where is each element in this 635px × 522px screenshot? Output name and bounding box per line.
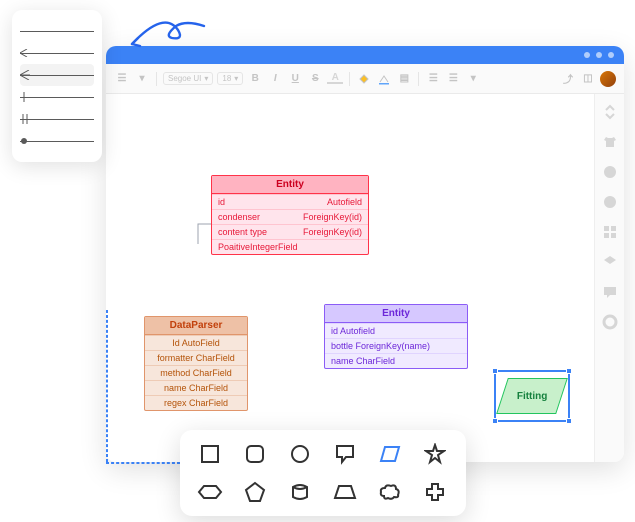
grid-icon[interactable]: [602, 224, 618, 240]
entity-pink[interactable]: Entity idAutofield condenserForeignKey(i…: [211, 175, 369, 255]
arrow-style-plus[interactable]: [20, 64, 94, 86]
italic-button[interactable]: I: [267, 71, 283, 87]
fitting-selected[interactable]: Fitting: [494, 370, 570, 422]
text-color-button[interactable]: A: [327, 73, 343, 84]
list-button[interactable]: ☰: [445, 71, 461, 87]
smiley-icon[interactable]: [602, 194, 618, 210]
font-select[interactable]: Segoe UI▾: [163, 72, 213, 85]
fill-button[interactable]: [356, 71, 372, 87]
shape-square[interactable]: [192, 440, 228, 468]
wrench-icon[interactable]: [602, 314, 618, 330]
table-row: regex CharField: [145, 395, 247, 410]
shape-hex-arrow[interactable]: [192, 478, 228, 506]
table-row: content typeForeignKey(id): [212, 224, 368, 239]
avatar[interactable]: [600, 71, 616, 87]
arrow-style-circle[interactable]: [20, 130, 94, 152]
menu-icon[interactable]: ☰: [114, 71, 130, 87]
shape-rounded[interactable]: [237, 440, 273, 468]
window-min-icon[interactable]: [584, 52, 590, 58]
expand-icon[interactable]: [602, 104, 618, 120]
share-icon[interactable]: ⤴: [560, 71, 576, 87]
comment-icon[interactable]: [602, 284, 618, 300]
arrow-style-bar[interactable]: [20, 86, 94, 108]
table-row: formatter CharField: [145, 350, 247, 365]
arrow-style-simple[interactable]: [20, 42, 94, 64]
table-row: idAutofield: [212, 194, 368, 209]
table-row: name CharField: [325, 353, 467, 368]
arrow-style-double-bar[interactable]: [20, 108, 94, 130]
table-row: PoaitiveIntegerField: [212, 239, 368, 254]
guide-horizontal: [106, 462, 180, 464]
shape-pentagon[interactable]: [237, 478, 273, 506]
shirt-icon[interactable]: [602, 134, 618, 150]
shape-parallelogram[interactable]: [372, 440, 408, 468]
hand-drawn-arrow: [128, 16, 210, 52]
palette-icon[interactable]: [602, 164, 618, 180]
strike-button[interactable]: S: [307, 71, 323, 87]
underline-button[interactable]: U: [287, 71, 303, 87]
export-icon[interactable]: ◫: [580, 71, 596, 87]
shape-plus[interactable]: [417, 478, 453, 506]
fitting-label: Fitting: [517, 391, 548, 402]
line-style-button[interactable]: ▤: [396, 71, 412, 87]
layers-icon[interactable]: [602, 254, 618, 270]
doc-icon[interactable]: ▾: [134, 71, 150, 87]
arrow-style-panel: [12, 10, 102, 162]
entity-purple-title: Entity: [325, 305, 467, 323]
entity-purple[interactable]: Entity id Autofield bottle ForeignKey(na…: [324, 304, 468, 369]
right-dock: [594, 94, 624, 462]
shape-trapezoid[interactable]: [327, 478, 363, 506]
table-row: id Autofield: [325, 323, 467, 338]
window-max-icon[interactable]: [596, 52, 602, 58]
border-button[interactable]: [376, 71, 392, 87]
entity-dataparser[interactable]: DataParser Id AutoField formatter CharFi…: [144, 316, 248, 411]
shape-barrel[interactable]: [282, 478, 318, 506]
align-button[interactable]: ☰: [425, 71, 441, 87]
shape-circle[interactable]: [282, 440, 318, 468]
resize-handle-ne[interactable]: [566, 368, 572, 374]
table-row: condenserForeignKey(id): [212, 209, 368, 224]
table-row: bottle ForeignKey(name): [325, 338, 467, 353]
browser-window: ☰ ▾ Segoe UI▾ 18▾ B I U S A ▤ ☰ ☰ ▾ ⤴ ◫: [106, 46, 624, 462]
fitting-shape[interactable]: Fitting: [496, 378, 568, 414]
font-size-select[interactable]: 18▾: [217, 72, 243, 85]
canvas[interactable]: Entity idAutofield condenserForeignKey(i…: [106, 94, 624, 462]
table-row: Id AutoField: [145, 335, 247, 350]
shape-cloud[interactable]: [372, 478, 408, 506]
guide-vertical: [106, 310, 108, 462]
table-row: name CharField: [145, 380, 247, 395]
resize-handle-se[interactable]: [566, 418, 572, 424]
shape-callout[interactable]: [327, 440, 363, 468]
editor-toolbar: ☰ ▾ Segoe UI▾ 18▾ B I U S A ▤ ☰ ☰ ▾ ⤴ ◫: [106, 64, 624, 94]
entity-dataparser-title: DataParser: [145, 317, 247, 335]
table-row: method CharField: [145, 365, 247, 380]
resize-handle-nw[interactable]: [492, 368, 498, 374]
window-close-icon[interactable]: [608, 52, 614, 58]
entity-pink-title: Entity: [212, 176, 368, 194]
shape-picker: [180, 430, 466, 516]
shape-star[interactable]: [417, 440, 453, 468]
more-button[interactable]: ▾: [465, 71, 481, 87]
bold-button[interactable]: B: [247, 71, 263, 87]
resize-handle-sw[interactable]: [492, 418, 498, 424]
arrow-style-none[interactable]: [20, 20, 94, 42]
